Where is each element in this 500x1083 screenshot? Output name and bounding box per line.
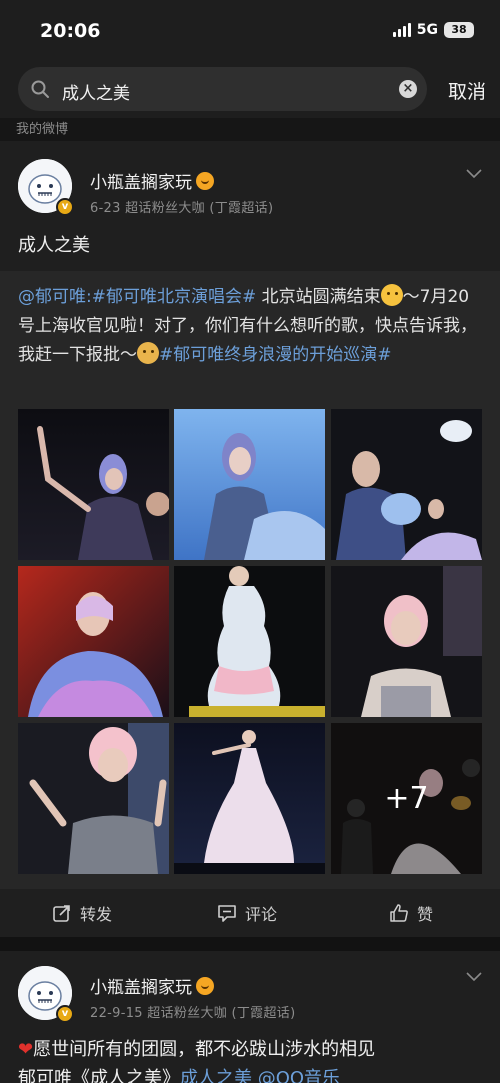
status-time: 20:06	[40, 20, 101, 42]
username-text: 小瓶盖搁家玩	[90, 978, 192, 998]
mention-link[interactable]: @郁可唯	[18, 287, 86, 307]
post-text-line-2: 郁可唯《成人之美》成人之美 @QQ音乐	[18, 1064, 340, 1083]
search-header: 成人之美 × 取消	[0, 62, 500, 118]
photo-1-image	[18, 409, 169, 560]
photo-3-image	[331, 409, 482, 560]
post-meta: 22-9-15 超话粉丝大咖 (丁霞超话)	[90, 1006, 296, 1021]
repost-body-1: 北京站圆满结束	[256, 287, 381, 307]
photo-1[interactable]	[18, 409, 169, 560]
photo-2-image	[174, 409, 325, 560]
verified-badge: v	[56, 1005, 74, 1023]
topic-link[interactable]: #郁可唯终身浪漫的开始巡演#	[159, 345, 392, 365]
post-username[interactable]: 小瓶盖搁家玩	[90, 973, 214, 998]
thumbs-up-icon	[390, 904, 408, 922]
smirk-emoji-icon	[380, 284, 403, 306]
topic-link[interactable]: :#郁可唯北京演唱会#	[86, 287, 256, 307]
vip-icon	[196, 172, 214, 190]
photo-9[interactable]: +7	[331, 723, 482, 874]
feed-divider	[0, 937, 500, 951]
status-indicators: 5G 38	[392, 22, 474, 38]
post-username[interactable]: 小瓶盖搁家玩	[90, 168, 214, 193]
search-query: 成人之美	[62, 84, 130, 104]
post-text: 成人之美	[18, 235, 90, 256]
post-card[interactable]: v 小瓶盖搁家玩 22-9-15 超话粉丝大咖 (丁霞超话) ❤愿世间所有的团圆…	[0, 951, 500, 1083]
username-text: 小瓶盖搁家玩	[90, 173, 192, 193]
dog-emoji-icon	[137, 342, 159, 364]
photo-4-image	[18, 566, 169, 717]
status-bar: 20:06 5G 38	[0, 0, 500, 62]
photo-4[interactable]	[18, 566, 169, 717]
comment-button[interactable]: 评论	[217, 901, 277, 925]
search-icon	[31, 80, 49, 98]
music-link[interactable]: 成人之美 @QQ音乐	[180, 1068, 340, 1083]
photo-5-image	[174, 566, 325, 717]
photo-8[interactable]	[174, 723, 325, 874]
clear-icon[interactable]: ×	[399, 80, 417, 98]
action-bar: 转发 评论 赞	[0, 889, 500, 937]
comment-label: 评论	[245, 905, 278, 924]
photo-8-image	[174, 723, 325, 874]
song-title: 郁可唯《成人之美》	[18, 1068, 180, 1083]
post-meta: 6-23 超话粉丝大咖 (丁霞超话)	[90, 201, 274, 216]
verified-badge: v	[56, 198, 74, 216]
photo-grid: +7	[18, 409, 482, 874]
like-label: 赞	[417, 905, 434, 924]
cancel-button[interactable]: 取消	[448, 77, 486, 104]
more-photos-count[interactable]: +7	[331, 723, 482, 874]
section-label: 我的微博	[16, 122, 69, 137]
post-text-line-1: 愿世间所有的团圆，都不必跋山涉水的相见	[33, 1039, 376, 1060]
repost-block[interactable]: @郁可唯:#郁可唯北京演唱会# 北京站圆满结束 ～7月20号上海收官见啦！对了，你…	[0, 271, 500, 889]
repost-text: @郁可唯:#郁可唯北京演唱会# 北京站圆满结束 ～7月20号上海收官见啦！对了，你…	[18, 283, 480, 370]
photo-6[interactable]	[331, 566, 482, 717]
battery-icon: 38	[444, 22, 474, 38]
like-button[interactable]: 赞	[389, 901, 433, 925]
chevron-down-icon[interactable]	[466, 972, 482, 982]
photo-5[interactable]	[174, 566, 325, 717]
heart-icon: ❤	[18, 1039, 34, 1060]
repost-button[interactable]: 转发	[52, 901, 112, 925]
photo-2[interactable]	[174, 409, 325, 560]
chevron-down-icon[interactable]	[466, 169, 482, 179]
vip-icon	[196, 977, 214, 995]
network-label: 5G	[416, 22, 438, 38]
photo-7-image	[18, 723, 169, 874]
photo-3[interactable]	[331, 409, 482, 560]
photo-6-image	[331, 566, 482, 717]
repost-label: 转发	[80, 905, 113, 924]
repost-icon	[53, 905, 70, 922]
photo-7[interactable]	[18, 723, 169, 874]
signal-icon	[392, 23, 411, 37]
search-input[interactable]: 成人之美 ×	[18, 67, 427, 111]
post-text: ❤愿世间所有的团圆，都不必跋山涉水的相见	[18, 1035, 375, 1061]
comment-icon	[218, 905, 236, 922]
